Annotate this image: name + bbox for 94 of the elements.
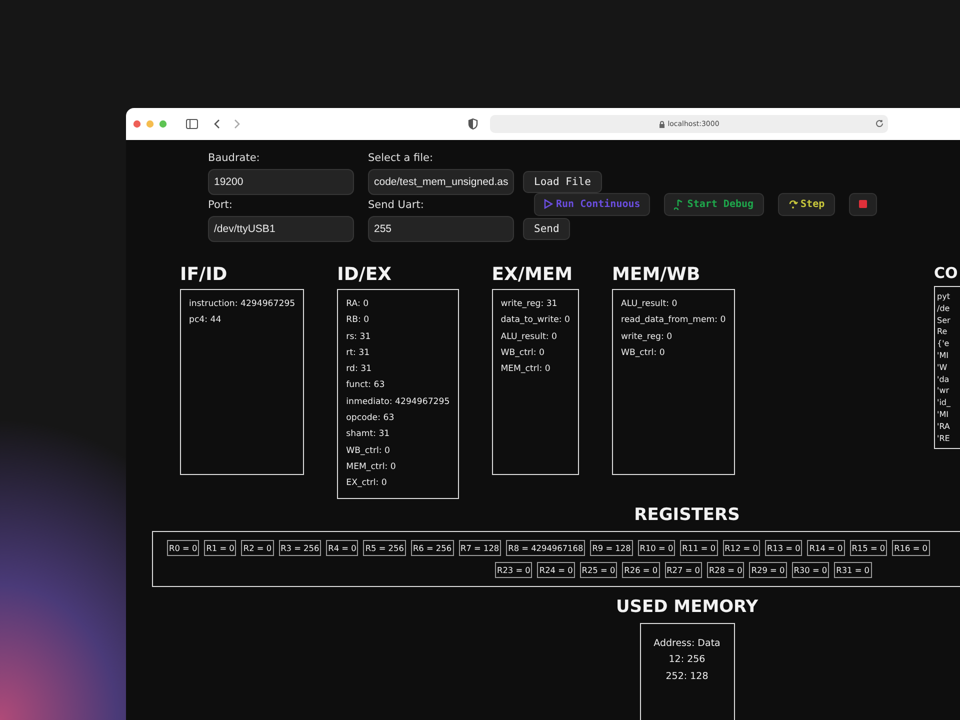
register-value: R27 = 0 (664, 562, 702, 578)
console-line: 'MI (937, 408, 950, 421)
stage-title: IF/ID (180, 264, 228, 285)
register-value: R12 = 0 (722, 540, 760, 556)
register-value: R29 = 0 (749, 562, 787, 578)
register-value: R6 = 256 (410, 540, 454, 556)
memory-line: Address: Data (654, 636, 720, 651)
register-value: R15 = 0 (850, 540, 888, 556)
register-value: R25 = 0 (580, 562, 618, 578)
stage-value: RA: 0 (346, 298, 370, 311)
field-label: Send Uart: (368, 199, 425, 211)
memory-line: 252: 128 (666, 670, 708, 684)
stage-value: WB_ctrl: 0 (500, 346, 546, 360)
stage-value: data_to_write: 0 (500, 314, 570, 328)
stage-value: rd: 31 (346, 363, 373, 376)
form-button[interactable]: Send (523, 218, 570, 240)
stage-value: rt: 31 (346, 346, 371, 360)
stage-value: RB: 0 (346, 314, 370, 328)
stage-value: EX_ctrl: 0 (346, 477, 388, 490)
stage-title: ID/EX (337, 264, 393, 285)
register-value: R8 = 4294967168 (506, 540, 586, 556)
register-value: R28 = 0 (706, 562, 744, 578)
play-icon (544, 199, 553, 209)
stage-value: instruction: 4294967295 (189, 298, 296, 311)
register-value: R3 = 256 (278, 540, 322, 556)
register-value: R30 = 0 (792, 562, 830, 578)
stage-value: shamt: 31 (346, 428, 391, 442)
input-field[interactable]: /dev/ttyUSB1 (208, 216, 354, 242)
register-value: R31 = 0 (834, 562, 872, 578)
stop-icon (858, 200, 867, 208)
register-value: R10 = 0 (638, 540, 676, 556)
field-label: Baudrate: (208, 152, 261, 164)
field-label: Select a file: (368, 152, 434, 164)
register-value: R14 = 0 (807, 540, 845, 556)
stage-value: WB_ctrl: 0 (346, 444, 391, 458)
input-field[interactable]: 255 (368, 216, 514, 242)
form-button[interactable]: Load File (523, 171, 602, 193)
stage-value: WB_ctrl: 0 (620, 346, 666, 360)
shield-icon[interactable] (468, 118, 478, 130)
register-value: R24 = 0 (537, 562, 575, 578)
register-value: R9 = 128 (590, 540, 633, 556)
sidebar-icon[interactable] (186, 119, 198, 129)
register-value: R1 = 0 (204, 540, 236, 556)
debug-button[interactable]: Start Debug (664, 192, 764, 216)
register-value: R23 = 0 (495, 562, 532, 578)
register-value: R2 = 0 (241, 540, 274, 556)
stage-value: pc4: 44 (189, 314, 222, 328)
console-line: 'wr (937, 385, 950, 398)
reload-icon[interactable] (875, 119, 884, 128)
register-value: R0 = 0 (167, 540, 200, 556)
console-line: 'MI (937, 350, 950, 362)
console-line: 'da (937, 374, 950, 386)
stage-value: opcode: 63 (346, 412, 396, 426)
stage-title: MEM/WB (612, 264, 702, 285)
register-value: R16 = 0 (892, 540, 930, 556)
window-controls-icon (133, 120, 167, 128)
stage-value: funct: 63 (346, 379, 386, 392)
console-line: 'RA (937, 420, 951, 433)
stage-value: MEM_ctrl: 0 (500, 363, 552, 376)
console-line: Re (937, 326, 948, 338)
register-value: R11 = 0 (680, 540, 718, 556)
console-line: 'id_ (937, 397, 952, 409)
register-value: R4 = 0 (326, 540, 358, 556)
stage-value: MEM_ctrl: 0 (346, 460, 397, 474)
console-line: Ser (937, 314, 952, 326)
console-line: /de (937, 302, 951, 315)
registers-title: REGISTERS (634, 504, 740, 525)
stage-value: rs: 31 (346, 330, 372, 344)
stage-value: ALU_result: 0 (620, 298, 678, 311)
register-value: R7 = 128 (458, 540, 502, 556)
stage-title: EX/MEM (492, 264, 574, 285)
debug-button[interactable] (848, 192, 877, 216)
console-line: {'e (937, 338, 950, 350)
register-value: R5 = 256 (363, 540, 406, 556)
register-value: R13 = 0 (764, 540, 802, 556)
stage-value: ALU_result: 0 (500, 330, 558, 344)
console-line: pyt (937, 291, 951, 303)
input-field[interactable]: 19200 (208, 169, 354, 195)
input-field[interactable]: code/test_mem_unsigned.as (368, 169, 514, 195)
lock-icon (658, 120, 665, 128)
console-title: CO (934, 264, 959, 282)
memory-title: USED MEMORY (616, 596, 758, 617)
stage-value: write_reg: 31 (500, 298, 558, 311)
register-value: R26 = 0 (622, 562, 660, 578)
console-line: 'RE (937, 432, 951, 444)
back-icon[interactable] (213, 119, 220, 129)
debug-button[interactable]: Step (778, 192, 835, 216)
memory-line: 12: 256 (668, 653, 706, 668)
console-line: 'W (937, 362, 948, 374)
stage-value: read_data_from_mem: 0 (620, 314, 726, 328)
step-icon (788, 199, 798, 209)
field-label: Port: (208, 199, 234, 211)
stage-value: write_reg: 0 (620, 330, 674, 344)
stage-value: inmediato: 4294967295 (346, 396, 450, 409)
